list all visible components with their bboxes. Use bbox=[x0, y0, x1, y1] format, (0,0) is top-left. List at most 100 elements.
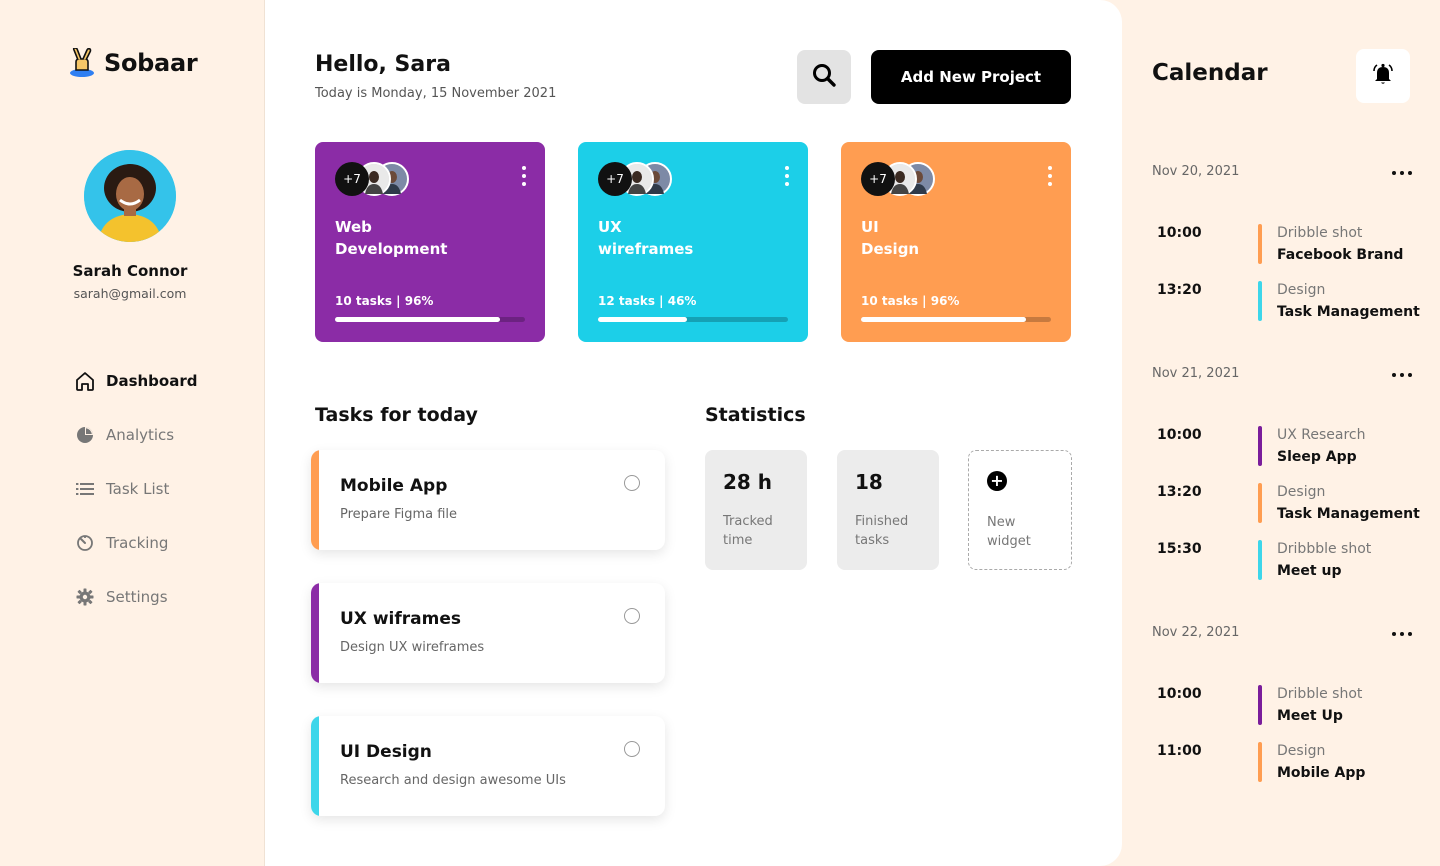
sidebar-item-dashboard[interactable]: Dashboard bbox=[74, 366, 197, 396]
more-horizontal-icon[interactable] bbox=[1392, 372, 1412, 378]
stat-label-line: Finished bbox=[855, 514, 909, 529]
sidebar-item-label: Task List bbox=[106, 480, 170, 498]
add-new-project-button[interactable]: Add New Project bbox=[871, 50, 1071, 104]
progress-fill bbox=[335, 317, 501, 322]
members-count-badge: +7 bbox=[861, 162, 895, 196]
event-category: Design bbox=[1277, 484, 1326, 500]
event-category: Dribble shot bbox=[1277, 686, 1363, 702]
profile-avatar[interactable] bbox=[84, 150, 176, 242]
project-card-ui-design[interactable]: +7 UI Design 10 tasks | 96% bbox=[841, 142, 1071, 342]
sidebar-item-label: Dashboard bbox=[106, 372, 198, 390]
sidebar-item-task-list[interactable]: Task List bbox=[74, 474, 197, 504]
event-name[interactable]: Task Management bbox=[1277, 506, 1420, 522]
event-color-bar bbox=[1258, 540, 1262, 580]
timer-icon bbox=[74, 532, 96, 554]
bell-icon bbox=[1371, 62, 1395, 90]
event-time: 13:20 bbox=[1157, 282, 1202, 298]
more-vertical-icon[interactable] bbox=[784, 166, 790, 186]
more-horizontal-icon[interactable] bbox=[1392, 170, 1412, 176]
stat-label: New widget bbox=[987, 513, 1053, 551]
project-progress-bar bbox=[598, 317, 788, 322]
sidebar-item-analytics[interactable]: Analytics bbox=[74, 420, 197, 450]
profile-name: Sarah Connor bbox=[72, 262, 188, 280]
notifications-button[interactable] bbox=[1356, 49, 1410, 103]
calendar-date: Nov 22, 2021 bbox=[1152, 625, 1240, 640]
task-card[interactable]: UX wiframes Design UX wireframes bbox=[311, 583, 665, 683]
member-avatars: +7 bbox=[861, 162, 941, 196]
event-category: Design bbox=[1277, 282, 1326, 298]
search-button[interactable] bbox=[797, 50, 851, 104]
event-category: Dribbble shot bbox=[1277, 541, 1372, 557]
date-subtitle: Today is Monday, 15 November 2021 bbox=[315, 86, 557, 101]
members-count-badge: +7 bbox=[598, 162, 632, 196]
event-name[interactable]: Sleep App bbox=[1277, 449, 1357, 465]
stat-value: 28 h bbox=[723, 470, 773, 494]
event-name[interactable]: Task Management bbox=[1277, 304, 1420, 320]
more-vertical-icon[interactable] bbox=[521, 166, 527, 186]
event-category: UX Research bbox=[1277, 427, 1366, 443]
event-color-bar bbox=[1258, 742, 1262, 782]
sidebar-nav: Dashboard Analytics Task List Tracking S… bbox=[74, 366, 197, 636]
brand-logo[interactable]: Sobaar bbox=[68, 47, 198, 78]
plus-circle-icon: + bbox=[987, 471, 1007, 491]
event-time: 13:20 bbox=[1157, 484, 1202, 500]
task-checkbox[interactable] bbox=[624, 741, 640, 757]
project-card-ux-wireframes[interactable]: +7 UX wireframes 12 tasks | 46% bbox=[578, 142, 808, 342]
stat-label-line: widget bbox=[987, 534, 1031, 549]
progress-fill bbox=[598, 317, 688, 322]
event-time: 11:00 bbox=[1157, 743, 1202, 759]
stat-value: 18 bbox=[855, 470, 883, 494]
pie-chart-icon bbox=[74, 424, 96, 446]
task-title: UX wiframes bbox=[340, 609, 461, 629]
project-stats: 12 tasks | 46% bbox=[598, 294, 697, 308]
brand-name: Sobaar bbox=[104, 49, 198, 77]
statistics-section-title: Statistics bbox=[705, 404, 806, 426]
progress-fill bbox=[861, 317, 1027, 322]
event-color-bar bbox=[1258, 281, 1262, 321]
event-time: 10:00 bbox=[1157, 225, 1202, 241]
sidebar-item-label: Tracking bbox=[106, 534, 169, 552]
project-card-web-development[interactable]: +7 Web Development 10 tasks | 96% bbox=[315, 142, 545, 342]
project-title-line: UI bbox=[861, 218, 879, 236]
event-time: 15:30 bbox=[1157, 541, 1202, 557]
project-title-line: UX bbox=[598, 218, 622, 236]
task-checkbox[interactable] bbox=[624, 608, 640, 624]
project-title-line: Development bbox=[335, 240, 448, 258]
profile-email: sarah@gmail.com bbox=[73, 286, 187, 301]
stat-label-line: New bbox=[987, 515, 1016, 530]
more-vertical-icon[interactable] bbox=[1047, 166, 1053, 186]
home-icon bbox=[74, 370, 96, 392]
task-subtitle: Design UX wireframes bbox=[340, 640, 485, 655]
task-title: UI Design bbox=[340, 742, 432, 762]
event-color-bar bbox=[1258, 426, 1262, 466]
task-subtitle: Prepare Figma file bbox=[340, 507, 458, 522]
stat-finished-tasks: 18 Finished tasks bbox=[837, 450, 939, 570]
project-stats: 10 tasks | 96% bbox=[335, 294, 434, 308]
project-title-line: Web bbox=[335, 218, 372, 236]
member-avatars: +7 bbox=[598, 162, 678, 196]
event-time: 10:00 bbox=[1157, 686, 1202, 702]
new-widget-button[interactable]: + New widget bbox=[968, 450, 1072, 570]
task-card[interactable]: Mobile App Prepare Figma file bbox=[311, 450, 665, 550]
sidebar-item-tracking[interactable]: Tracking bbox=[74, 528, 197, 558]
event-name[interactable]: Facebook Brand bbox=[1277, 247, 1403, 263]
more-horizontal-icon[interactable] bbox=[1392, 631, 1412, 637]
event-category: Design bbox=[1277, 743, 1326, 759]
search-icon bbox=[811, 62, 837, 92]
task-color-stripe bbox=[311, 716, 319, 816]
task-color-stripe bbox=[311, 450, 319, 550]
sidebar-item-settings[interactable]: Settings bbox=[74, 582, 197, 612]
project-stats: 10 tasks | 96% bbox=[861, 294, 960, 308]
list-icon bbox=[74, 478, 96, 500]
stat-label-line: time bbox=[723, 533, 753, 548]
event-color-bar bbox=[1258, 685, 1262, 725]
event-name[interactable]: Mobile App bbox=[1277, 765, 1365, 781]
calendar-panel: Calendar Nov 20, 2021 10:00 Dribble shot… bbox=[1122, 0, 1440, 866]
task-card[interactable]: UI Design Research and design awesome UI… bbox=[311, 716, 665, 816]
main-panel: Hello, Sara Today is Monday, 15 November… bbox=[265, 0, 1122, 866]
event-name[interactable]: Meet Up bbox=[1277, 708, 1343, 724]
project-title-line: Design bbox=[861, 240, 920, 258]
task-checkbox[interactable] bbox=[624, 475, 640, 491]
page-title: Hello, Sara bbox=[315, 52, 451, 77]
event-name[interactable]: Meet up bbox=[1277, 563, 1341, 579]
